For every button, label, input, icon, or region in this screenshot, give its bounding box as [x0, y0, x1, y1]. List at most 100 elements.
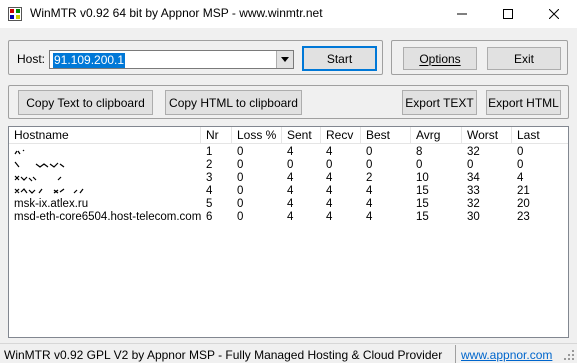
worst-cell: 34	[467, 172, 480, 184]
avrg-cell: 15	[416, 185, 429, 197]
host-label: Host:	[17, 52, 46, 66]
appnor-link[interactable]: www.appnor.com	[461, 348, 552, 362]
last-cell: 0	[517, 146, 524, 158]
minimize-icon	[457, 13, 467, 15]
last-cell: 4	[517, 172, 524, 184]
worst-cell: 33	[467, 185, 480, 197]
best-cell: 0	[366, 159, 373, 171]
avrg-cell: 10	[416, 172, 429, 184]
status-divider	[455, 345, 456, 363]
table-row[interactable]: 4 0 4 4 4 15 33 21	[9, 185, 568, 198]
avrg-cell: 8	[416, 146, 423, 158]
loss-cell: 0	[237, 159, 244, 171]
host-input[interactable]: 91.109.200.1	[53, 53, 126, 68]
recv-cell: 4	[326, 198, 333, 210]
maximize-icon	[503, 9, 513, 19]
nr-cell: 6	[206, 211, 213, 223]
worst-cell: 0	[467, 159, 474, 171]
status-bar: WinMTR v0.92 GPL V2 by Appnor MSP - Full…	[0, 343, 577, 363]
recv-cell: 4	[326, 172, 333, 184]
table-row[interactable]: 3 0 4 4 2 10 34 4	[9, 172, 568, 185]
best-cell: 2	[366, 172, 373, 184]
worst-cell: 32	[467, 198, 480, 210]
chevron-down-icon	[281, 57, 289, 62]
garbled-hostname-image	[14, 175, 62, 182]
table-row[interactable]: msk-ix.atlex.ru 5 0 4 4 4 15 32 20	[9, 198, 568, 211]
sent-cell: 4	[287, 198, 294, 210]
hostname-cell	[9, 146, 201, 159]
nr-cell: 3	[206, 172, 213, 184]
worst-cell: 30	[467, 211, 480, 223]
best-cell: 4	[366, 185, 373, 197]
exit-label: Exit	[513, 51, 534, 66]
sent-cell: 0	[287, 159, 294, 171]
nr-cell: 4	[206, 185, 213, 197]
options-label: Options	[419, 51, 461, 66]
garbled-hostname-image	[14, 149, 25, 155]
sent-cell: 4	[287, 211, 294, 223]
column-loss[interactable]: Loss %	[232, 127, 282, 144]
copy-html-button[interactable]: Copy HTML to clipboard	[165, 90, 302, 115]
hostname-cell	[9, 172, 201, 185]
recv-cell: 0	[326, 159, 333, 171]
table-row[interactable]: msd-eth-core6504.host-telecom.com 6 0 4 …	[9, 211, 568, 224]
client-area: Host: 91.109.200.1 Start Options Exit Co…	[0, 28, 577, 343]
avrg-cell: 15	[416, 211, 429, 223]
avrg-cell: 0	[416, 159, 423, 171]
exit-button[interactable]: Exit	[487, 47, 561, 70]
last-cell: 20	[517, 198, 530, 210]
best-cell: 4	[366, 198, 373, 210]
resize-grip-icon[interactable]	[563, 349, 575, 361]
loss-cell: 0	[237, 211, 244, 223]
host-dropdown-button[interactable]	[276, 51, 293, 68]
sent-cell: 4	[287, 185, 294, 197]
last-cell: 0	[517, 159, 524, 171]
column-sent[interactable]: Sent	[282, 127, 321, 144]
maximize-button[interactable]	[485, 0, 531, 28]
best-cell: 0	[366, 146, 373, 158]
loss-cell: 0	[237, 185, 244, 197]
nr-cell: 5	[206, 198, 213, 210]
table-row[interactable]: 1 0 4 4 0 8 32 0	[9, 146, 568, 159]
avrg-cell: 15	[416, 198, 429, 210]
column-worst[interactable]: Worst	[462, 127, 512, 144]
worst-cell: 32	[467, 146, 480, 158]
last-cell: 21	[517, 185, 530, 197]
column-nr[interactable]: Nr	[201, 127, 232, 144]
column-last[interactable]: Last	[512, 127, 568, 144]
export-text-button[interactable]: Export TEXT	[402, 90, 477, 115]
column-hostname[interactable]: Hostname	[9, 127, 201, 144]
minimize-button[interactable]	[439, 0, 485, 28]
column-avrg[interactable]: Avrg	[411, 127, 462, 144]
loss-cell: 0	[237, 172, 244, 184]
column-best[interactable]: Best	[361, 127, 411, 144]
winmtr-app-icon	[8, 7, 22, 21]
results-table[interactable]: Hostname Nr Loss % Sent Recv Best Avrg W…	[8, 126, 569, 338]
status-text: WinMTR v0.92 GPL V2 by Appnor MSP - Full…	[4, 348, 443, 362]
loss-cell: 0	[237, 146, 244, 158]
window-title: WinMTR v0.92 64 bit by Appnor MSP - www.…	[30, 6, 323, 20]
hostname-cell	[9, 185, 201, 198]
garbled-hostname-image	[14, 161, 65, 168]
nr-cell: 2	[206, 159, 213, 171]
sent-cell: 4	[287, 172, 294, 184]
table-row[interactable]: 2 0 0 0 0 0 0 0	[9, 159, 568, 172]
hostname-cell: msd-eth-core6504.host-telecom.com	[14, 211, 201, 223]
title-bar[interactable]: WinMTR v0.92 64 bit by Appnor MSP - www.…	[0, 0, 577, 28]
export-html-button[interactable]: Export HTML	[486, 90, 561, 115]
recv-cell: 4	[326, 146, 333, 158]
table-header: Hostname Nr Loss % Sent Recv Best Avrg W…	[9, 127, 568, 144]
host-combobox[interactable]: 91.109.200.1	[49, 50, 294, 69]
start-button[interactable]: Start	[302, 46, 377, 71]
hostname-cell	[9, 159, 201, 172]
options-button[interactable]: Options	[403, 47, 477, 70]
recv-cell: 4	[326, 185, 333, 197]
nr-cell: 1	[206, 146, 213, 158]
sent-cell: 4	[287, 146, 294, 158]
recv-cell: 4	[326, 211, 333, 223]
last-cell: 23	[517, 211, 530, 223]
close-button[interactable]	[531, 0, 577, 28]
loss-cell: 0	[237, 198, 244, 210]
copy-text-button[interactable]: Copy Text to clipboard	[18, 90, 153, 115]
column-recv[interactable]: Recv	[321, 127, 361, 144]
